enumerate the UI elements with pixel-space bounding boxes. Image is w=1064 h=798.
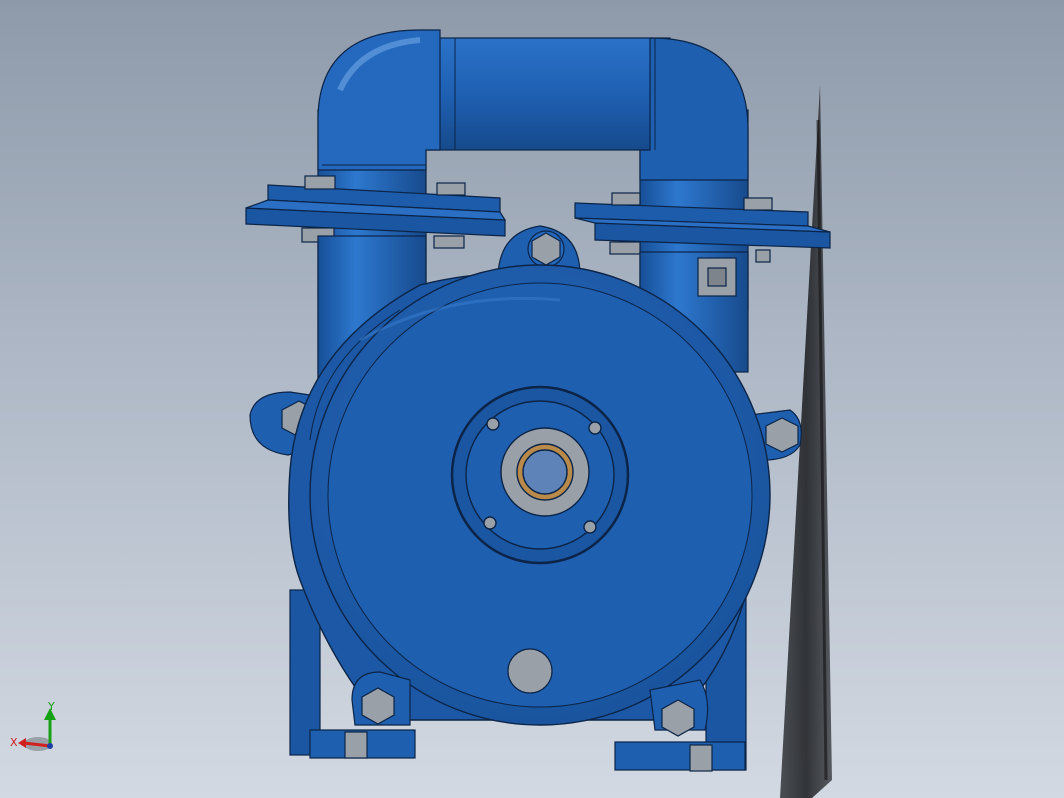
cad-viewport[interactable]: Y X (0, 0, 1064, 798)
bearing-cover (450, 385, 630, 565)
axis-triad: Y X (10, 700, 56, 751)
y-axis-label: Y (47, 700, 55, 713)
pump-model[interactable]: Y X (0, 0, 1064, 798)
x-axis-label: X (10, 736, 18, 749)
x-axis-arrow (18, 738, 26, 748)
